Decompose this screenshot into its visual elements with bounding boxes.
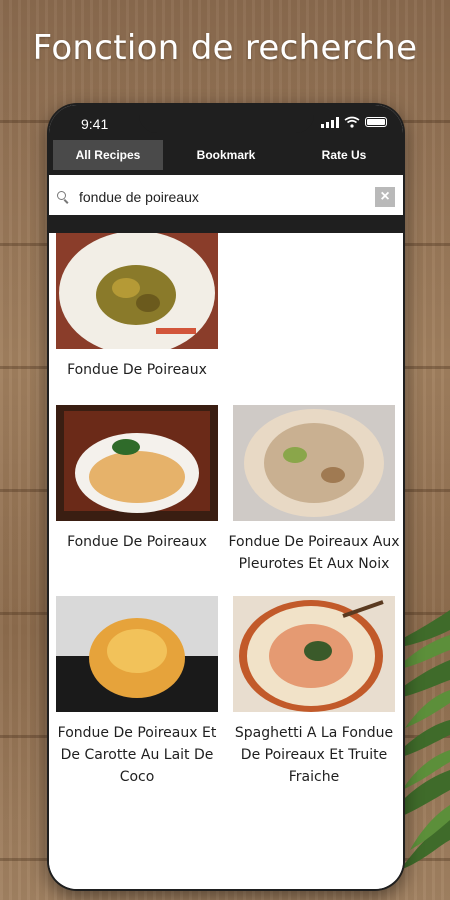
search-icon bbox=[57, 191, 69, 203]
app-screen: 9:41 All Recipes Bookmark Rate Us × bbox=[49, 105, 403, 889]
status-time: 9:41 bbox=[81, 116, 109, 132]
headline: Fonction de recherche bbox=[32, 28, 418, 68]
recipe-title: Fondue De Poireaux Aux Pleurotes Et Aux … bbox=[228, 534, 400, 572]
tab-rate-us[interactable]: Rate Us bbox=[289, 140, 399, 170]
phone-frame: 9:41 All Recipes Bookmark Rate Us × bbox=[47, 103, 405, 891]
recipe-title: Fondue De Poireaux bbox=[67, 362, 207, 378]
tab-bar: All Recipes Bookmark Rate Us bbox=[49, 135, 403, 175]
results-grid: Fondue De Poireaux Fondue De Poireaux Fo… bbox=[49, 233, 403, 889]
clear-search-button[interactable]: × bbox=[375, 187, 395, 207]
search-divider bbox=[49, 215, 403, 233]
recipe-image bbox=[56, 596, 218, 712]
recipe-title: Fondue De Poireaux Et De Carotte Au Lait… bbox=[57, 725, 217, 785]
signal-icon bbox=[321, 116, 339, 128]
recipe-card[interactable]: Fondue De Poireaux Aux Pleurotes Et Aux … bbox=[226, 405, 402, 575]
tab-bookmark[interactable]: Bookmark bbox=[171, 140, 281, 170]
recipe-card[interactable]: Fondue De Poireaux bbox=[49, 233, 225, 381]
recipe-card[interactable]: Fondue De Poireaux bbox=[49, 405, 225, 553]
recipe-title: Fondue De Poireaux bbox=[67, 534, 207, 550]
battery-icon bbox=[365, 117, 387, 127]
tab-all-recipes[interactable]: All Recipes bbox=[53, 140, 163, 170]
status-icons bbox=[321, 116, 387, 128]
search-input[interactable] bbox=[77, 188, 361, 206]
recipe-image bbox=[233, 405, 395, 521]
recipe-image bbox=[56, 405, 218, 521]
recipe-image bbox=[233, 596, 395, 712]
search-bar: × bbox=[49, 179, 403, 215]
phone-notch bbox=[139, 105, 314, 133]
recipe-card[interactable]: Spaghetti A La Fondue De Poireaux Et Tru… bbox=[226, 596, 402, 788]
wifi-icon bbox=[344, 116, 360, 128]
recipe-card[interactable]: Fondue De Poireaux Et De Carotte Au Lait… bbox=[49, 596, 225, 788]
recipe-image bbox=[56, 233, 218, 349]
recipe-title: Spaghetti A La Fondue De Poireaux Et Tru… bbox=[234, 725, 394, 785]
status-bar: 9:41 bbox=[49, 105, 403, 135]
